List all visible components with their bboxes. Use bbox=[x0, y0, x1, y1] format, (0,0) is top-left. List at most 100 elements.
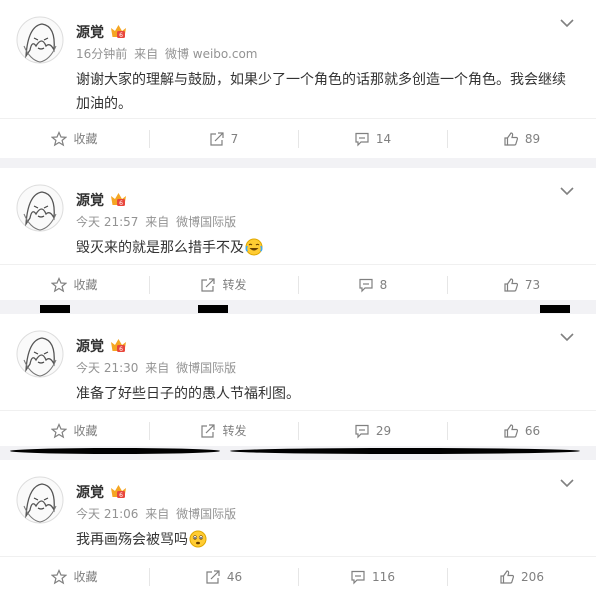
source-prefix: 来自 bbox=[145, 215, 170, 229]
star-icon bbox=[51, 422, 68, 438]
comment-button[interactable]: 8 bbox=[298, 274, 447, 296]
post-actions: 收藏 46 116 206 bbox=[0, 556, 596, 596]
author-name[interactable]: 源覚 bbox=[76, 482, 104, 502]
chevron-down-icon[interactable] bbox=[560, 332, 574, 342]
like-count: 89 bbox=[524, 131, 541, 146]
thumbs-up-icon bbox=[504, 423, 518, 438]
post-meta: 16分钟前 来自 微博 weibo.com bbox=[76, 45, 261, 62]
repost-button[interactable]: 转发 bbox=[149, 274, 298, 296]
worried-face-emoji-icon bbox=[189, 530, 207, 548]
repost-label: 转发 bbox=[222, 278, 247, 292]
chevron-down-icon[interactable] bbox=[560, 186, 574, 196]
avatar[interactable] bbox=[16, 16, 64, 64]
star-icon bbox=[51, 568, 68, 584]
star-icon bbox=[51, 130, 68, 146]
like-button[interactable]: 66 bbox=[447, 420, 596, 442]
comment-icon bbox=[351, 570, 365, 584]
post-meta: 今天 21:57 来自 微博国际版 bbox=[76, 213, 239, 230]
post-actions: 收藏 转发 29 66 bbox=[0, 410, 596, 450]
post-meta: 今天 21:06 来自 微博国际版 bbox=[76, 505, 239, 522]
star-icon bbox=[51, 276, 68, 292]
comment-icon bbox=[359, 278, 373, 292]
repost-icon bbox=[201, 277, 216, 292]
svg-text:6: 6 bbox=[119, 200, 123, 207]
favorite-label: 收藏 bbox=[73, 278, 98, 292]
like-count: 73 bbox=[524, 277, 541, 292]
repost-label: 转发 bbox=[222, 424, 247, 438]
repost-count: 46 bbox=[226, 569, 243, 584]
favorite-button[interactable]: 收藏 bbox=[0, 566, 149, 588]
svg-text:6: 6 bbox=[119, 492, 123, 499]
like-count: 206 bbox=[521, 569, 544, 584]
post-time[interactable]: 今天 21:30 bbox=[76, 361, 138, 375]
weibo-feed: 源覚 6 16分钟前 来自 微博 weibo.com 谢谢大家的理解与鼓励，如果… bbox=[0, 0, 596, 602]
like-button[interactable]: 89 bbox=[447, 128, 596, 150]
svg-text:6: 6 bbox=[119, 32, 123, 39]
avatar[interactable] bbox=[16, 184, 64, 232]
vip-badge-icon: 6 bbox=[111, 485, 126, 499]
thumbs-up-icon bbox=[500, 569, 515, 584]
post-text: 谢谢大家的理解与鼓励，如果少了一个角色的话那就多创造一个角色。我会继续加油的。 bbox=[76, 72, 566, 112]
repost-button[interactable]: 转发 bbox=[149, 420, 298, 442]
author-name[interactable]: 源覚 bbox=[76, 190, 104, 210]
post-source: 微博国际版 bbox=[176, 507, 237, 521]
comment-button[interactable]: 29 bbox=[298, 420, 447, 442]
repost-button[interactable]: 46 bbox=[149, 566, 298, 588]
like-button[interactable]: 206 bbox=[447, 566, 596, 588]
post-card: 源覚 6 今天 21:57 来自 微博国际版 毁灭来的就是那么措手不及 收藏 转… bbox=[0, 168, 596, 300]
post-time[interactable]: 16分钟前 bbox=[76, 47, 127, 61]
comment-count: 8 bbox=[379, 277, 388, 292]
post-actions: 收藏 转发 8 73 bbox=[0, 264, 596, 304]
chevron-down-icon[interactable] bbox=[560, 478, 574, 488]
thumbs-up-icon bbox=[504, 131, 518, 146]
post-actions: 收藏 7 14 89 bbox=[0, 118, 596, 158]
decorative-stroke bbox=[230, 448, 580, 454]
chevron-down-icon[interactable] bbox=[560, 18, 574, 28]
crying-laughing-emoji-icon bbox=[245, 238, 263, 256]
post-text: 准备了好些日子的的愚人节福利图。 bbox=[76, 386, 300, 402]
like-count: 66 bbox=[524, 423, 541, 438]
vip-badge-icon: 6 bbox=[111, 193, 126, 207]
post-text: 毁灭来的就是那么措手不及 bbox=[76, 236, 566, 260]
post-source: 微博 weibo.com bbox=[164, 47, 258, 61]
post-card: 源覚 6 今天 21:30 来自 微博国际版 准备了好些日子的的愚人节福利图。 … bbox=[0, 314, 596, 446]
svg-text:6: 6 bbox=[119, 346, 123, 353]
source-prefix: 来自 bbox=[145, 361, 170, 375]
favorite-button[interactable]: 收藏 bbox=[0, 128, 149, 150]
repost-icon bbox=[201, 423, 216, 438]
favorite-button[interactable]: 收藏 bbox=[0, 420, 149, 442]
redaction-bar bbox=[40, 305, 70, 313]
post-text: 我再画殇会被骂吗 bbox=[76, 528, 566, 552]
author-name[interactable]: 源覚 bbox=[76, 336, 104, 356]
source-prefix: 来自 bbox=[134, 47, 159, 61]
comment-count: 116 bbox=[372, 569, 395, 584]
post-card: 源覚 6 今天 21:06 来自 微博国际版 我再画殇会被骂吗 收藏 46 11… bbox=[0, 460, 596, 602]
comment-button[interactable]: 116 bbox=[298, 566, 447, 588]
avatar[interactable] bbox=[16, 330, 64, 378]
redaction-bar bbox=[198, 305, 228, 313]
favorite-label: 收藏 bbox=[73, 570, 98, 584]
repost-button[interactable]: 7 bbox=[149, 128, 298, 150]
decorative-stroke bbox=[10, 448, 220, 454]
post-source: 微博国际版 bbox=[176, 215, 237, 229]
repost-icon bbox=[210, 131, 224, 146]
redaction-bar bbox=[540, 305, 570, 313]
author-name[interactable]: 源覚 bbox=[76, 22, 104, 42]
avatar[interactable] bbox=[16, 476, 64, 524]
post-time[interactable]: 今天 21:06 bbox=[76, 507, 138, 521]
like-button[interactable]: 73 bbox=[447, 274, 596, 296]
source-prefix: 来自 bbox=[145, 507, 170, 521]
thumbs-up-icon bbox=[504, 277, 518, 292]
comment-count: 14 bbox=[375, 131, 392, 146]
post-time[interactable]: 今天 21:57 bbox=[76, 215, 138, 229]
post-card: 源覚 6 16分钟前 来自 微博 weibo.com 谢谢大家的理解与鼓励，如果… bbox=[0, 0, 596, 158]
comment-icon bbox=[355, 424, 369, 438]
favorite-button[interactable]: 收藏 bbox=[0, 274, 149, 296]
comment-icon bbox=[355, 132, 369, 146]
repost-count: 7 bbox=[230, 131, 239, 146]
post-meta: 今天 21:30 来自 微博国际版 bbox=[76, 359, 239, 376]
comment-button[interactable]: 14 bbox=[298, 128, 447, 150]
repost-icon bbox=[206, 569, 220, 584]
comment-count: 29 bbox=[375, 423, 392, 438]
vip-badge-icon: 6 bbox=[111, 339, 126, 353]
